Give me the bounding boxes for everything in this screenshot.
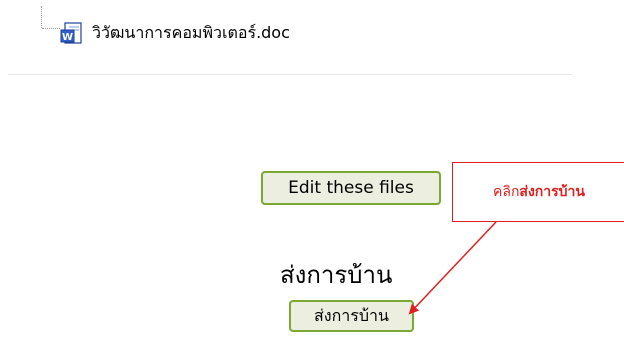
annotation-arrow: [408, 221, 497, 315]
